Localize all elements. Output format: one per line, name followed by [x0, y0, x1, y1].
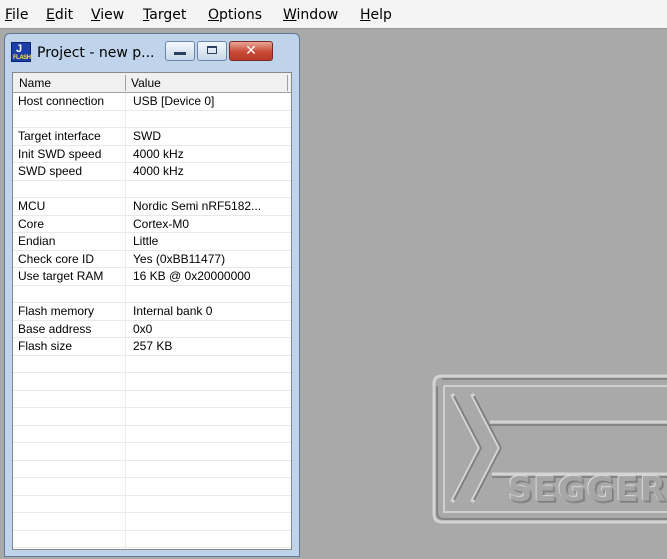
- project-properties-grid: Name Value Host connection USB [Device 0]…: [12, 72, 292, 550]
- table-row[interactable]: Flash size 257 KB: [13, 338, 291, 356]
- column-divider[interactable]: [125, 75, 126, 91]
- segger-logo: SEGGER: [430, 374, 667, 524]
- maximize-icon: [207, 46, 217, 54]
- property-name: Flash size: [18, 339, 73, 353]
- property-name: Base address: [18, 321, 92, 336]
- property-name: Init SWD speed: [18, 146, 102, 161]
- menu-edit[interactable]: Edit: [46, 7, 73, 23]
- close-button[interactable]: ✕: [229, 41, 273, 61]
- project-window-title: Project - new p...: [37, 45, 155, 61]
- property-value: Cortex-M0: [133, 216, 190, 231]
- property-value: Yes (0xBB11477): [133, 251, 226, 266]
- table-row[interactable]: [13, 181, 291, 198]
- minimize-button[interactable]: [165, 41, 195, 61]
- property-name: Target interface: [18, 129, 101, 143]
- grid-header: Name Value: [13, 73, 291, 93]
- menu-file[interactable]: File: [5, 7, 28, 23]
- property-value: 4000 kHz: [133, 164, 184, 178]
- grid-rows: Host connection USB [Device 0] Target inte…: [13, 93, 291, 548]
- minimize-icon: [174, 52, 186, 55]
- table-row[interactable]: MCU Nordic Semi nRF5182...: [13, 198, 291, 216]
- table-row[interactable]: Core Cortex-M0: [13, 216, 291, 233]
- project-window: J FLASH Project - new p... ✕ Name Value …: [4, 33, 300, 557]
- table-row[interactable]: [13, 286, 291, 303]
- property-name: Flash memory: [18, 304, 95, 318]
- segger-logo-text: SEGGER: [508, 470, 667, 510]
- column-divider[interactable]: [287, 75, 288, 91]
- property-name: Endian: [18, 234, 56, 248]
- property-value: 257 KB: [133, 339, 173, 353]
- property-name: SWD speed: [18, 164, 83, 178]
- table-row[interactable]: [13, 408, 291, 426]
- menu-view[interactable]: View: [91, 7, 124, 23]
- table-row[interactable]: [13, 373, 291, 391]
- property-value: Internal bank 0: [133, 304, 213, 318]
- property-name: Check core ID: [18, 251, 95, 266]
- property-value: Nordic Semi nRF5182...: [133, 199, 262, 213]
- table-row[interactable]: [13, 443, 291, 461]
- table-row[interactable]: Init SWD speed 4000 kHz: [13, 146, 291, 163]
- property-name: Use target RAM: [18, 269, 104, 283]
- table-row[interactable]: [13, 461, 291, 478]
- table-row[interactable]: Endian Little: [13, 233, 291, 251]
- table-row[interactable]: Use target RAM 16 KB @ 0x20000000: [13, 268, 291, 286]
- property-name: Core: [18, 216, 45, 231]
- table-row[interactable]: Host connection USB [Device 0]: [13, 93, 291, 111]
- menu-options[interactable]: Options: [208, 7, 262, 23]
- table-row[interactable]: Base address 0x0: [13, 321, 291, 338]
- table-row[interactable]: SWD speed 4000 kHz: [13, 163, 291, 181]
- table-row[interactable]: [13, 391, 291, 408]
- menu-window[interactable]: Window: [283, 7, 338, 23]
- column-header-value[interactable]: Value: [131, 76, 161, 90]
- close-icon: ✕: [245, 43, 257, 59]
- maximize-button[interactable]: [197, 41, 227, 61]
- table-row[interactable]: [13, 478, 291, 496]
- property-value: 0x0: [133, 321, 153, 336]
- table-row[interactable]: Check core ID Yes (0xBB11477): [13, 251, 291, 268]
- table-row[interactable]: Target interface SWD: [13, 128, 291, 146]
- column-header-name[interactable]: Name: [19, 76, 51, 90]
- menu-help[interactable]: Help: [360, 7, 392, 23]
- property-value: 16 KB @ 0x20000000: [133, 269, 251, 283]
- table-row[interactable]: Flash memory Internal bank 0: [13, 303, 291, 321]
- property-value: Little: [133, 234, 159, 248]
- table-row[interactable]: [13, 531, 291, 548]
- menu-target[interactable]: Target: [143, 7, 186, 23]
- property-value: 4000 kHz: [133, 146, 184, 161]
- table-row[interactable]: [13, 426, 291, 443]
- project-window-titlebar[interactable]: J FLASH Project - new p... ✕: [5, 34, 299, 70]
- property-name: MCU: [18, 199, 46, 213]
- table-row[interactable]: [13, 111, 291, 128]
- table-row[interactable]: [13, 513, 291, 531]
- property-value: USB [Device 0]: [133, 94, 215, 108]
- property-value: SWD: [133, 129, 161, 143]
- table-row[interactable]: [13, 496, 291, 513]
- table-row[interactable]: [13, 356, 291, 373]
- property-name: Host connection: [18, 94, 105, 108]
- menu-bar: File Edit View Target Options Window Hel…: [0, 0, 667, 29]
- jflash-app-icon: J FLASH: [11, 42, 31, 62]
